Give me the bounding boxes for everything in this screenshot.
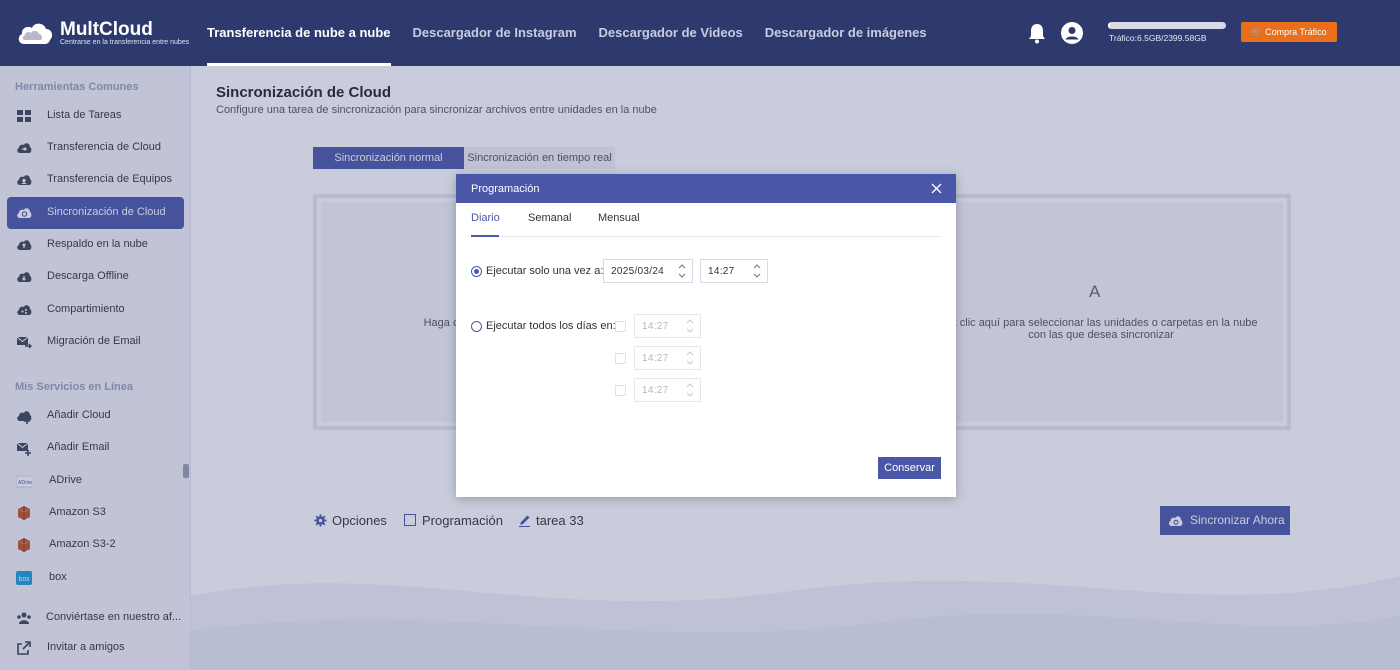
traffic-text: Tráfico:6.5GB/2399.58GB xyxy=(1109,33,1207,43)
run-once-date-input[interactable]: 2025/03/24 xyxy=(603,259,693,283)
daily-time-3-input[interactable]: 14:27 xyxy=(634,378,701,402)
buy-traffic-label: Compra Tráfico xyxy=(1265,27,1327,37)
save-button[interactable]: Conservar xyxy=(878,457,941,479)
daily-time-1-input[interactable]: 14:27 xyxy=(634,314,701,338)
daily-time-3-value: 14:27 xyxy=(642,385,669,396)
tab-daily[interactable]: Diario xyxy=(471,212,500,237)
dialog-tabs: Diario Semanal Mensual xyxy=(471,212,941,237)
daily-time-3-checkbox[interactable] xyxy=(615,385,626,396)
topnav-cloud-transfer[interactable]: Transferencia de nube a nube xyxy=(196,0,402,66)
logo[interactable]: MultCloud Centrarse en la transferencia … xyxy=(16,17,196,51)
traffic-progress-fill xyxy=(1108,22,1110,29)
stepper-icon[interactable] xyxy=(686,382,694,398)
run-once-time-value: 14:27 xyxy=(708,266,735,277)
tab-weekly[interactable]: Semanal xyxy=(528,212,571,237)
daily-time-2-checkbox[interactable] xyxy=(615,353,626,364)
close-icon[interactable] xyxy=(931,183,942,194)
topnav-video-downloader[interactable]: Descargador de Videos xyxy=(588,0,754,66)
stepper-icon[interactable] xyxy=(686,350,694,366)
run-daily-radio[interactable] xyxy=(471,321,482,332)
run-once-time-input[interactable]: 14:27 xyxy=(700,259,768,283)
top-nav: Transferencia de nube a nube Descargador… xyxy=(196,0,938,66)
run-once-date-value: 2025/03/24 xyxy=(611,266,665,277)
daily-time-1-checkbox[interactable] xyxy=(615,321,626,332)
cart-icon: 🛒 xyxy=(1251,27,1263,37)
daily-time-2-value: 14:27 xyxy=(642,353,669,364)
stepper-icon[interactable] xyxy=(678,263,686,279)
run-once-label: Ejecutar solo una vez a: xyxy=(486,265,604,277)
schedule-dialog: Programación Diario Semanal Mensual Ejec… xyxy=(456,174,956,497)
topnav-instagram-downloader[interactable]: Descargador de Instagram xyxy=(402,0,588,66)
topnav-image-downloader[interactable]: Descargador de imágenes xyxy=(754,0,938,66)
daily-time-2-input[interactable]: 14:27 xyxy=(634,346,701,370)
dialog-header: Programación xyxy=(456,174,956,203)
daily-time-1-value: 14:27 xyxy=(642,321,669,332)
dialog-title: Programación xyxy=(471,183,540,195)
tab-monthly[interactable]: Mensual xyxy=(598,212,640,237)
user-avatar-icon[interactable] xyxy=(1061,22,1083,44)
multcloud-logo-icon xyxy=(18,23,53,44)
app-tagline: Centrarse en la transferencia entre nube… xyxy=(60,39,190,46)
stepper-icon[interactable] xyxy=(686,318,694,334)
traffic-progress-bar xyxy=(1108,22,1226,29)
run-once-radio[interactable] xyxy=(471,266,482,277)
run-daily-label: Ejecutar todos los días en: xyxy=(486,320,616,332)
app-name: MultCloud xyxy=(60,19,153,40)
top-bar: MultCloud Centrarse en la transferencia … xyxy=(0,0,1400,66)
bell-icon[interactable] xyxy=(1027,22,1047,44)
stepper-icon[interactable] xyxy=(753,263,761,279)
buy-traffic-button[interactable]: 🛒 Compra Tráfico xyxy=(1241,22,1337,42)
